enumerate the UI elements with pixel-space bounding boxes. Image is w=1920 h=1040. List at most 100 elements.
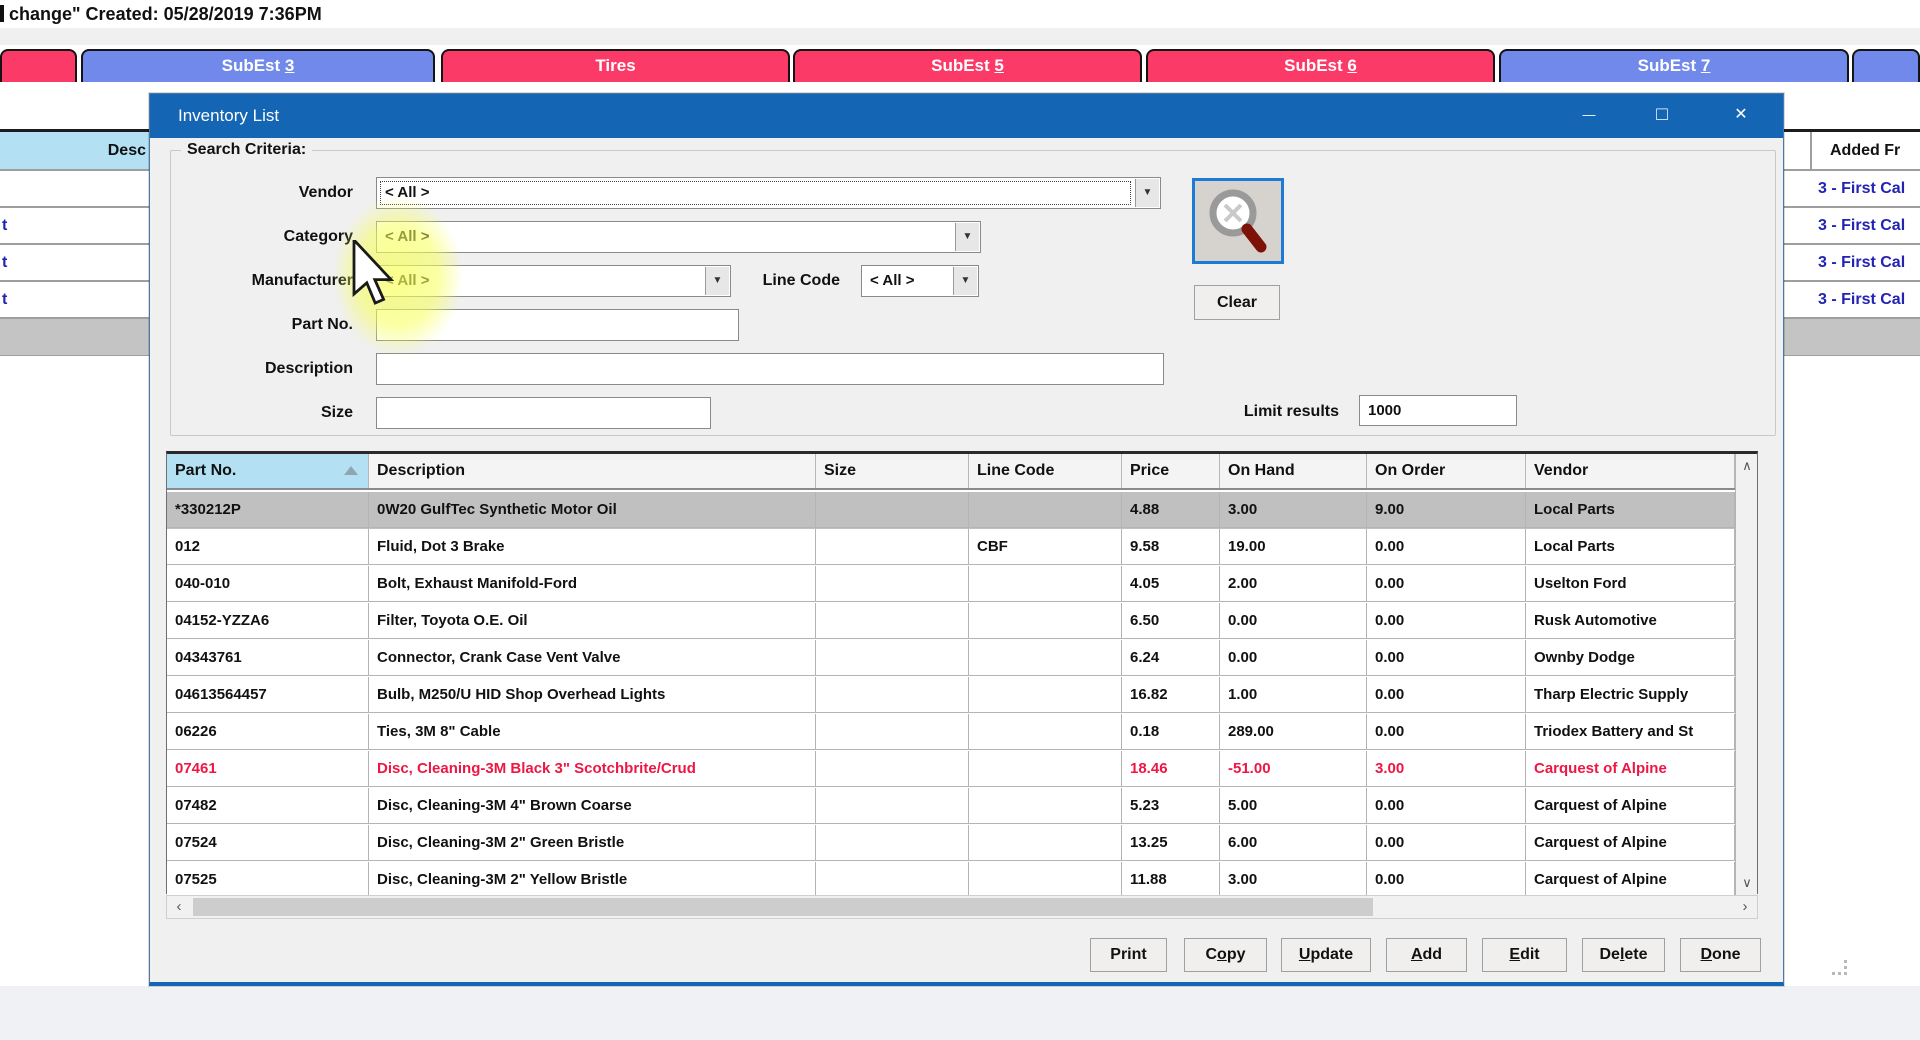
scroll-up-icon[interactable]: ∧ — [1736, 454, 1758, 478]
estimate-created-text: change" Created: 05/28/2019 7:36PM — [9, 1, 322, 27]
tab-subest-7[interactable]: SubEst 7 — [1499, 49, 1849, 82]
scrollbar-thumb[interactable] — [193, 898, 1373, 916]
cell-vendor: Local Parts — [1526, 529, 1735, 565]
category-combobox[interactable]: < All > ▼ — [376, 221, 981, 253]
cell-size — [816, 603, 969, 639]
resize-grip[interactable] — [1832, 960, 1848, 976]
delete-button[interactable]: Delete — [1582, 938, 1665, 972]
cell-on-hand: 2.00 — [1220, 566, 1367, 602]
scroll-left-icon[interactable]: ‹ — [167, 896, 191, 918]
background-row-added-from[interactable]: 3 - First Cal — [1784, 282, 1920, 319]
cell-description: Filter, Toyota O.E. Oil — [369, 603, 816, 639]
column-header-on-hand[interactable]: On Hand — [1220, 454, 1367, 488]
column-header-description[interactable]: Description — [369, 454, 816, 488]
cell-on-hand: -51.00 — [1220, 751, 1367, 787]
background-row-added-from[interactable]: 3 - First Cal — [1784, 171, 1920, 208]
top-status-bar: change" Created: 05/28/2019 7:36PM — [0, 0, 1920, 28]
scroll-down-icon[interactable]: ∨ — [1736, 871, 1758, 895]
cell-on-order: 0.00 — [1367, 714, 1526, 750]
table-row[interactable]: 07524Disc, Cleaning-3M 2" Green Bristle1… — [167, 825, 1735, 862]
background-row-left: t — [0, 245, 149, 282]
cell-price: 6.50 — [1122, 603, 1220, 639]
minimize-icon[interactable]: — — [1566, 94, 1612, 138]
cell-price: 16.82 — [1122, 677, 1220, 713]
size-input[interactable] — [376, 397, 711, 429]
description-input[interactable] — [376, 353, 1164, 385]
column-header-price[interactable]: Price — [1122, 454, 1220, 488]
cell-part-no-: 06226 — [167, 714, 369, 750]
cell-part-no-: 07482 — [167, 788, 369, 824]
chevron-down-icon[interactable]: ▼ — [955, 223, 979, 251]
cell-on-hand: 6.00 — [1220, 825, 1367, 861]
cell-vendor: Triodex Battery and St — [1526, 714, 1735, 750]
size-label: Size — [180, 397, 353, 429]
tab-subest-5[interactable]: SubEst 5 — [793, 49, 1142, 82]
maximize-icon[interactable]: □ — [1639, 94, 1685, 138]
vertical-scrollbar[interactable]: ∧ ∨ — [1735, 454, 1757, 895]
done-button[interactable]: Done — [1680, 938, 1761, 972]
search-button[interactable] — [1192, 178, 1284, 264]
column-header-on-order[interactable]: On Order — [1367, 454, 1526, 488]
cell-on-hand: 3.00 — [1220, 862, 1367, 898]
table-row[interactable]: 012Fluid, Dot 3 BrakeCBF9.5819.000.00Loc… — [167, 529, 1735, 566]
estimate-tab-strip: SubEst 3TiresSubEst 5SubEst 6SubEst 7 — [0, 45, 1920, 82]
cell-on-order: 0.00 — [1367, 677, 1526, 713]
chevron-down-icon[interactable]: ▼ — [1135, 179, 1159, 207]
cell-vendor: Uselton Ford — [1526, 566, 1735, 602]
focus-rectangle — [380, 181, 1131, 205]
table-row[interactable]: 06226Ties, 3M 8" Cable0.18289.000.00Trio… — [167, 714, 1735, 751]
background-row-left — [0, 171, 149, 208]
cell-vendor: Carquest of Alpine — [1526, 862, 1735, 898]
cell-description: Ties, 3M 8" Cable — [369, 714, 816, 750]
cell-size — [816, 640, 969, 676]
horizontal-scrollbar[interactable]: ‹ › — [166, 895, 1758, 919]
table-row[interactable]: *330212P0W20 GulfTec Synthetic Motor Oil… — [167, 492, 1735, 529]
table-row[interactable]: 07525Disc, Cleaning-3M 2" Yellow Bristle… — [167, 862, 1735, 899]
tab-fragment-left[interactable] — [0, 49, 77, 82]
background-row-added-from[interactable]: 3 - First Cal — [1784, 245, 1920, 282]
limit-results-input[interactable] — [1359, 395, 1517, 426]
add-button[interactable]: Add — [1386, 938, 1467, 972]
clear-button[interactable]: Clear — [1194, 285, 1280, 320]
cell-price: 4.05 — [1122, 566, 1220, 602]
cell-on-order: 3.00 — [1367, 751, 1526, 787]
line-code-combobox[interactable]: < All > ▼ — [861, 265, 979, 297]
background-bottom-band — [0, 986, 1920, 1040]
cell-part-no-: 07524 — [167, 825, 369, 861]
table-row[interactable]: 040-010Bolt, Exhaust Manifold-Ford4.052.… — [167, 566, 1735, 603]
table-row[interactable]: 04613564457Bulb, M250/U HID Shop Overhea… — [167, 677, 1735, 714]
cell-vendor: Ownby Dodge — [1526, 640, 1735, 676]
column-header-vendor[interactable]: Vendor — [1526, 454, 1735, 488]
close-icon[interactable]: ✕ — [1718, 94, 1764, 138]
cell-line-code — [969, 492, 1122, 528]
print-button[interactable]: Print — [1090, 938, 1167, 972]
table-row[interactable]: 07482Disc, Cleaning-3M 4" Brown Coarse5.… — [167, 788, 1735, 825]
tab-subest-6[interactable]: SubEst 6 — [1146, 49, 1495, 82]
table-row[interactable]: 04343761Connector, Crank Case Vent Valve… — [167, 640, 1735, 677]
vendor-combobox[interactable]: < All > ▼ — [376, 177, 1161, 209]
background-row-added-from[interactable]: 3 - First Cal — [1784, 208, 1920, 245]
edit-button[interactable]: Edit — [1482, 938, 1567, 972]
cell-line-code — [969, 825, 1122, 861]
column-header-line-code[interactable]: Line Code — [969, 454, 1122, 488]
tab-tires[interactable]: Tires — [441, 49, 790, 82]
tab-fragment-right[interactable] — [1852, 49, 1920, 82]
scroll-right-icon[interactable]: › — [1733, 896, 1757, 918]
table-row[interactable]: 04152-YZZA6Filter, Toyota O.E. Oil6.500.… — [167, 603, 1735, 640]
cell-line-code — [969, 788, 1122, 824]
cell-price: 9.58 — [1122, 529, 1220, 565]
cell-part-no-: 040-010 — [167, 566, 369, 602]
column-header-size[interactable]: Size — [816, 454, 969, 488]
copy-button[interactable]: Copy — [1184, 938, 1267, 972]
column-header-part-no-[interactable]: Part No. — [167, 454, 369, 488]
magnifier-icon — [1195, 181, 1281, 261]
background-column-header-added-from: Added Fr — [1784, 132, 1920, 171]
mouse-pointer-icon — [352, 240, 396, 317]
table-row[interactable]: 07461Disc, Cleaning-3M Black 3" Scotchbr… — [167, 751, 1735, 788]
dialog-title-bar[interactable]: Inventory List — □ ✕ — [150, 94, 1783, 138]
tab-subest-3[interactable]: SubEst 3 — [81, 49, 435, 82]
update-button[interactable]: Update — [1281, 938, 1371, 972]
cell-description: 0W20 GulfTec Synthetic Motor Oil — [369, 492, 816, 528]
chevron-down-icon[interactable]: ▼ — [953, 267, 977, 295]
cell-part-no-: 012 — [167, 529, 369, 565]
